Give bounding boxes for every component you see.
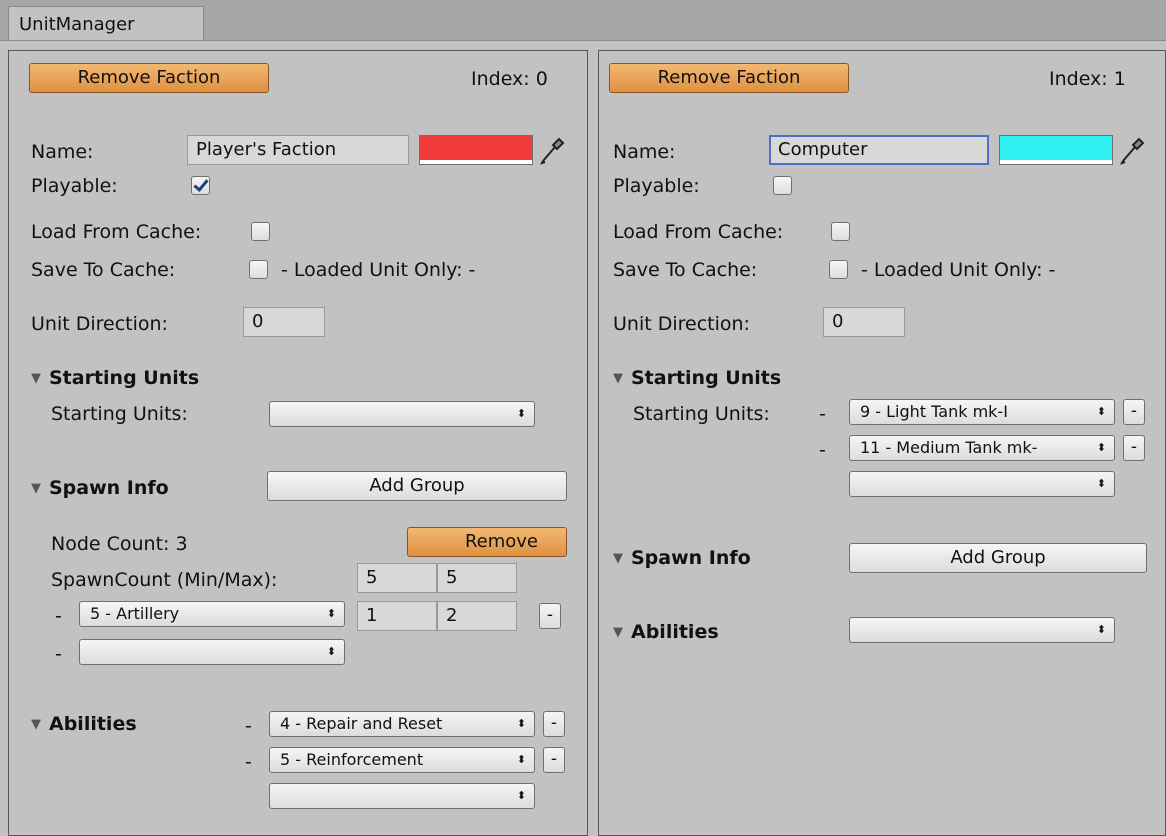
name-field[interactable]: Computer — [769, 135, 989, 165]
unit-direction-label: Unit Direction: — [613, 313, 750, 335]
eyedropper-icon[interactable] — [1119, 135, 1145, 165]
starting-units-label: Starting Units: — [633, 403, 770, 425]
playable-label: Playable: — [613, 175, 700, 197]
dropdown-arrows-icon: ⬍ — [516, 717, 526, 730]
spawn-count-min-field[interactable]: 5 — [357, 563, 437, 593]
dash-label: - — [55, 643, 62, 665]
spawn-unit-dropdown[interactable]: 5 - Artillery ⬍ — [79, 601, 345, 627]
remove-ability-button[interactable]: - — [543, 747, 565, 773]
ability-dropdown[interactable]: 4 - Repair and Reset ⬍ — [269, 711, 535, 737]
unit-direction-field[interactable]: 0 — [243, 307, 325, 337]
spawn-info-foldout[interactable]: ▼ Spawn Info — [31, 477, 169, 499]
foldout-triangle-icon: ▼ — [31, 481, 41, 496]
remove-spawn-unit-button[interactable]: - — [539, 603, 561, 629]
starting-units-foldout[interactable]: ▼ Starting Units — [31, 367, 199, 389]
faction-panel-1: Remove Faction Index: 1 Name: Computer P… — [598, 50, 1166, 836]
eyedropper-icon[interactable] — [539, 135, 565, 165]
name-field[interactable]: Player's Faction — [187, 135, 409, 165]
abilities-foldout[interactable]: ▼ Abilities — [31, 713, 137, 735]
dropdown-arrows-icon: ⬍ — [1096, 405, 1106, 418]
unit-direction-label: Unit Direction: — [31, 313, 168, 335]
spawn-info-foldout[interactable]: ▼ Spawn Info — [613, 547, 751, 569]
loaded-unit-only-label: - Loaded Unit Only: - — [281, 259, 476, 281]
ability-empty-dropdown[interactable]: ⬍ — [849, 617, 1115, 643]
starting-units-label: Starting Units: — [51, 403, 188, 425]
unit-direction-field[interactable]: 0 — [823, 307, 905, 337]
spawn-unit-empty-dropdown[interactable]: ⬍ — [79, 639, 345, 665]
dropdown-arrows-icon: ⬍ — [1096, 477, 1106, 490]
save-to-cache-label: Save To Cache: — [31, 259, 176, 281]
playable-checkbox[interactable] — [191, 176, 210, 195]
add-group-button[interactable]: Add Group — [849, 543, 1147, 573]
dropdown-arrows-icon: ⬍ — [516, 789, 526, 802]
dash-label: - — [245, 715, 252, 737]
faction-panel-0: Remove Faction Index: 0 Name: Player's F… — [8, 50, 588, 836]
add-group-button[interactable]: Add Group — [267, 471, 567, 501]
spawn-unit-max-field[interactable]: 2 — [437, 601, 517, 631]
starting-units-foldout[interactable]: ▼ Starting Units — [613, 367, 781, 389]
spawn-count-max-field[interactable]: 5 — [437, 563, 517, 593]
ability-empty-dropdown[interactable]: ⬍ — [269, 783, 535, 809]
node-count-label: Node Count: 3 — [51, 533, 188, 555]
foldout-triangle-icon: ▼ — [613, 625, 623, 640]
name-label: Name: — [31, 141, 94, 163]
remove-faction-button[interactable]: Remove Faction — [609, 63, 849, 93]
ability-dropdown[interactable]: 5 - Reinforcement ⬍ — [269, 747, 535, 773]
starting-units-dropdown[interactable]: ⬍ — [269, 401, 535, 427]
dash-label: - — [55, 605, 62, 627]
tab-bar: UnitManager — [0, 0, 1166, 41]
spawn-unit-min-field[interactable]: 1 — [357, 601, 437, 631]
dropdown-arrows-icon: ⬍ — [1096, 623, 1106, 636]
starting-unit-dropdown[interactable]: 9 - Light Tank mk-I ⬍ — [849, 399, 1115, 425]
dropdown-arrows-icon: ⬍ — [326, 607, 336, 620]
playable-checkbox[interactable] — [773, 176, 792, 195]
spawn-count-label: SpawnCount (Min/Max): — [51, 569, 278, 591]
load-from-cache-checkbox[interactable] — [831, 222, 850, 241]
load-from-cache-label: Load From Cache: — [613, 221, 784, 243]
dash-label: - — [819, 439, 826, 461]
dropdown-arrows-icon: ⬍ — [1096, 441, 1106, 454]
abilities-foldout[interactable]: ▼ Abilities — [613, 621, 719, 643]
dropdown-arrows-icon: ⬍ — [326, 645, 336, 658]
index-label: Index: 0 — [471, 68, 548, 90]
tab-unitmanager[interactable]: UnitManager — [8, 6, 204, 40]
remove-starting-unit-button[interactable]: - — [1123, 435, 1145, 461]
loaded-unit-only-label: - Loaded Unit Only: - — [861, 259, 1056, 281]
faction-color-field[interactable] — [419, 135, 533, 165]
save-to-cache-checkbox[interactable] — [829, 260, 848, 279]
dropdown-arrows-icon: ⬍ — [516, 407, 526, 420]
starting-unit-empty-dropdown[interactable]: ⬍ — [849, 471, 1115, 497]
name-label: Name: — [613, 141, 676, 163]
remove-group-button[interactable]: Remove — [407, 527, 567, 557]
foldout-triangle-icon: ▼ — [613, 371, 623, 386]
save-to-cache-label: Save To Cache: — [613, 259, 758, 281]
playable-label: Playable: — [31, 175, 118, 197]
foldout-triangle-icon: ▼ — [613, 551, 623, 566]
foldout-triangle-icon: ▼ — [31, 371, 41, 386]
foldout-triangle-icon: ▼ — [31, 717, 41, 732]
starting-unit-dropdown[interactable]: 11 - Medium Tank mk- ⬍ — [849, 435, 1115, 461]
save-to-cache-checkbox[interactable] — [249, 260, 268, 279]
dropdown-arrows-icon: ⬍ — [516, 753, 526, 766]
dash-label: - — [819, 403, 826, 425]
remove-faction-button[interactable]: Remove Faction — [29, 63, 269, 93]
load-from-cache-checkbox[interactable] — [251, 222, 270, 241]
index-label: Index: 1 — [1049, 68, 1126, 90]
dash-label: - — [245, 751, 252, 773]
remove-starting-unit-button[interactable]: - — [1123, 399, 1145, 425]
remove-ability-button[interactable]: - — [543, 711, 565, 737]
load-from-cache-label: Load From Cache: — [31, 221, 202, 243]
faction-color-field[interactable] — [999, 135, 1113, 165]
